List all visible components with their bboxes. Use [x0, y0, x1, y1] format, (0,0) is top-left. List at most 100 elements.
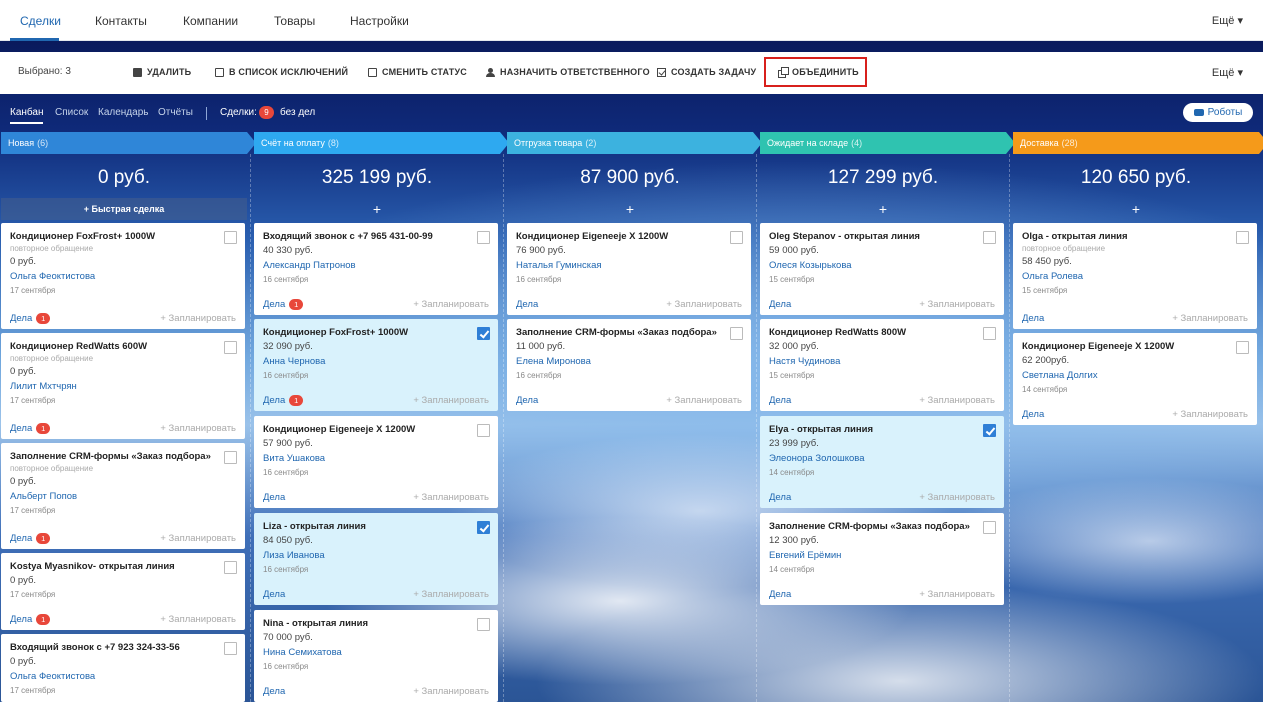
deal-card[interactable]: Кондиционер Eigeneeje X 1200W 62 200руб. С…: [1013, 333, 1257, 425]
deal-title[interactable]: Oleg Stepanov - открытая линия: [769, 231, 995, 243]
deal-title[interactable]: Kostya Myasnikov- открытая линия: [10, 561, 236, 573]
schedule-button[interactable]: + Запланировать: [413, 589, 489, 600]
deal-card[interactable]: Заполнение CRM-формы «Заказ подбора» 12 3…: [760, 513, 1004, 605]
deal-title[interactable]: Заполнение CRM-формы «Заказ подбора»: [10, 451, 236, 463]
select-checkbox[interactable]: [477, 424, 490, 437]
column-header[interactable]: Новая (6): [1, 132, 256, 154]
deal-card[interactable]: Кондиционер Eigeneeje X 1200W 76 900 руб.…: [507, 223, 751, 315]
deal-card[interactable]: Liza - открытая линия 84 050 руб. Лиза Ива…: [254, 513, 498, 605]
column-header[interactable]: Ожидает на складе (4): [760, 132, 1015, 154]
deal-card[interactable]: Kostya Myasnikov- открытая линия 0 руб. 17…: [1, 553, 245, 630]
select-checkbox[interactable]: [730, 327, 743, 340]
schedule-button[interactable]: + Запланировать: [919, 395, 995, 406]
schedule-button[interactable]: + Запланировать: [160, 313, 236, 324]
exclude-button[interactable]: В СПИСОК ИСКЛЮЧЕНИЙ: [215, 67, 348, 77]
add-deal-button[interactable]: +: [254, 198, 500, 220]
tasks-link[interactable]: Дела: [769, 589, 791, 600]
deal-contact-link[interactable]: Лиза Иванова: [263, 549, 489, 562]
tasks-link[interactable]: Дела: [769, 395, 791, 406]
schedule-button[interactable]: + Запланировать: [413, 395, 489, 406]
deal-card[interactable]: Olga - открытая линия повторное обращение…: [1013, 223, 1257, 329]
deal-contact-link[interactable]: Ольга Феоктистова: [10, 270, 236, 283]
deal-contact-link[interactable]: Елена Миронова: [516, 355, 742, 368]
tasks-link[interactable]: Дела: [263, 589, 285, 600]
deal-title[interactable]: Кондиционер RedWatts 800W: [769, 327, 995, 339]
deal-contact-link[interactable]: Ольга Феоктистова: [10, 670, 236, 683]
deal-card[interactable]: Входящий звонок с +7 923 324-33-56 0 руб.…: [1, 634, 245, 702]
deal-title[interactable]: Входящий звонок с +7 923 324-33-56: [10, 642, 236, 654]
assign-responsible-button[interactable]: НАЗНАЧИТЬ ОТВЕТСТВЕННОГО: [486, 67, 650, 77]
deal-contact-link[interactable]: Анна Чернова: [263, 355, 489, 368]
deal-card[interactable]: Кондиционер Eigeneeje X 1200W 57 900 руб.…: [254, 416, 498, 508]
create-task-button[interactable]: СОЗДАТЬ ЗАДАЧУ: [657, 67, 756, 77]
select-checkbox[interactable]: [224, 561, 237, 574]
tasks-link[interactable]: Дела: [1022, 409, 1044, 420]
select-checkbox[interactable]: [983, 327, 996, 340]
change-status-button[interactable]: СМЕНИТЬ СТАТУС: [368, 67, 467, 77]
tasks-link[interactable]: Дела: [263, 686, 285, 697]
schedule-button[interactable]: + Запланировать: [919, 589, 995, 600]
deal-contact-link[interactable]: Альберт Попов: [10, 490, 236, 503]
select-checkbox[interactable]: [224, 642, 237, 655]
deal-contact-link[interactable]: Лилит Мхтчрян: [10, 380, 236, 393]
add-deal-button[interactable]: +: [507, 198, 753, 220]
select-checkbox[interactable]: [477, 327, 490, 340]
deal-card[interactable]: Заполнение CRM-формы «Заказ подбора» 11 0…: [507, 319, 751, 411]
select-checkbox[interactable]: [1236, 341, 1249, 354]
column-header[interactable]: Доставка (28): [1013, 132, 1263, 154]
select-checkbox[interactable]: [983, 521, 996, 534]
tasks-link[interactable]: Дела: [10, 533, 32, 544]
tasks-link[interactable]: Дела: [769, 299, 791, 310]
deal-card[interactable]: Кондиционер FoxFrost+ 1000W повторное обр…: [1, 223, 245, 329]
select-checkbox[interactable]: [730, 231, 743, 244]
schedule-button[interactable]: + Запланировать: [413, 299, 489, 310]
tasks-link[interactable]: Дела: [1022, 313, 1044, 324]
deals-counter-badge[interactable]: 9: [259, 106, 274, 119]
deal-card[interactable]: Входящий звонок с +7 965 431-00-99 40 330…: [254, 223, 498, 315]
tasks-link[interactable]: Дела: [516, 299, 538, 310]
more-menu[interactable]: Ещё ▾: [1212, 14, 1243, 27]
tab-settings[interactable]: Настройки: [350, 14, 409, 28]
deal-title[interactable]: Заполнение CRM-формы «Заказ подбора»: [769, 521, 995, 533]
tasks-link[interactable]: Дела: [263, 395, 285, 406]
schedule-button[interactable]: + Запланировать: [919, 492, 995, 503]
actions-more-menu[interactable]: Ещё ▾: [1212, 66, 1243, 79]
deal-contact-link[interactable]: Элеонора Золошкова: [769, 452, 995, 465]
deal-contact-link[interactable]: Наталья Гуминская: [516, 259, 742, 272]
select-checkbox[interactable]: [224, 451, 237, 464]
deal-title[interactable]: Кондиционер FoxFrost+ 1000W: [10, 231, 236, 243]
robots-button[interactable]: Роботы: [1183, 103, 1253, 122]
column-header[interactable]: Отгрузка товара (2): [507, 132, 762, 154]
select-checkbox[interactable]: [477, 231, 490, 244]
tasks-link[interactable]: Дела: [10, 614, 32, 625]
deal-title[interactable]: Nina - открытая линия: [263, 618, 489, 630]
column-header[interactable]: Счёт на оплату (8): [254, 132, 509, 154]
schedule-button[interactable]: + Запланировать: [1172, 313, 1248, 324]
tasks-link[interactable]: Дела: [516, 395, 538, 406]
schedule-button[interactable]: + Запланировать: [160, 614, 236, 625]
schedule-button[interactable]: + Запланировать: [413, 686, 489, 697]
select-checkbox[interactable]: [477, 618, 490, 631]
tab-companies[interactable]: Компании: [183, 14, 238, 28]
deal-card[interactable]: Nina - открытая линия 70 000 руб. Нина Сем…: [254, 610, 498, 702]
deal-title[interactable]: Кондиционер Eigeneeje X 1200W: [263, 424, 489, 436]
deal-title[interactable]: Olga - открытая линия: [1022, 231, 1248, 243]
no-tasks-filter[interactable]: без дел: [280, 107, 315, 118]
deal-contact-link[interactable]: Светлана Долгих: [1022, 369, 1248, 382]
schedule-button[interactable]: + Запланировать: [919, 299, 995, 310]
select-checkbox[interactable]: [1236, 231, 1249, 244]
deal-card[interactable]: Кондиционер RedWatts 800W 32 000 руб. Наст…: [760, 319, 1004, 411]
deal-title[interactable]: Заполнение CRM-формы «Заказ подбора»: [516, 327, 742, 339]
select-checkbox[interactable]: [224, 231, 237, 244]
add-deal-button[interactable]: +: [760, 198, 1006, 220]
view-reports[interactable]: Отчёты: [158, 107, 193, 118]
deal-card[interactable]: Elya - открытая линия 23 999 руб. Элеонора…: [760, 416, 1004, 508]
deal-contact-link[interactable]: Олеся Козырькова: [769, 259, 995, 272]
deal-title[interactable]: Входящий звонок с +7 965 431-00-99: [263, 231, 489, 243]
deal-title[interactable]: Elya - открытая линия: [769, 424, 995, 436]
deal-title[interactable]: Кондиционер Eigeneeje X 1200W: [1022, 341, 1248, 353]
tasks-link[interactable]: Дела: [263, 492, 285, 503]
tab-deals[interactable]: Сделки: [20, 14, 61, 28]
tab-contacts[interactable]: Контакты: [95, 14, 147, 28]
tasks-link[interactable]: Дела: [10, 313, 32, 324]
